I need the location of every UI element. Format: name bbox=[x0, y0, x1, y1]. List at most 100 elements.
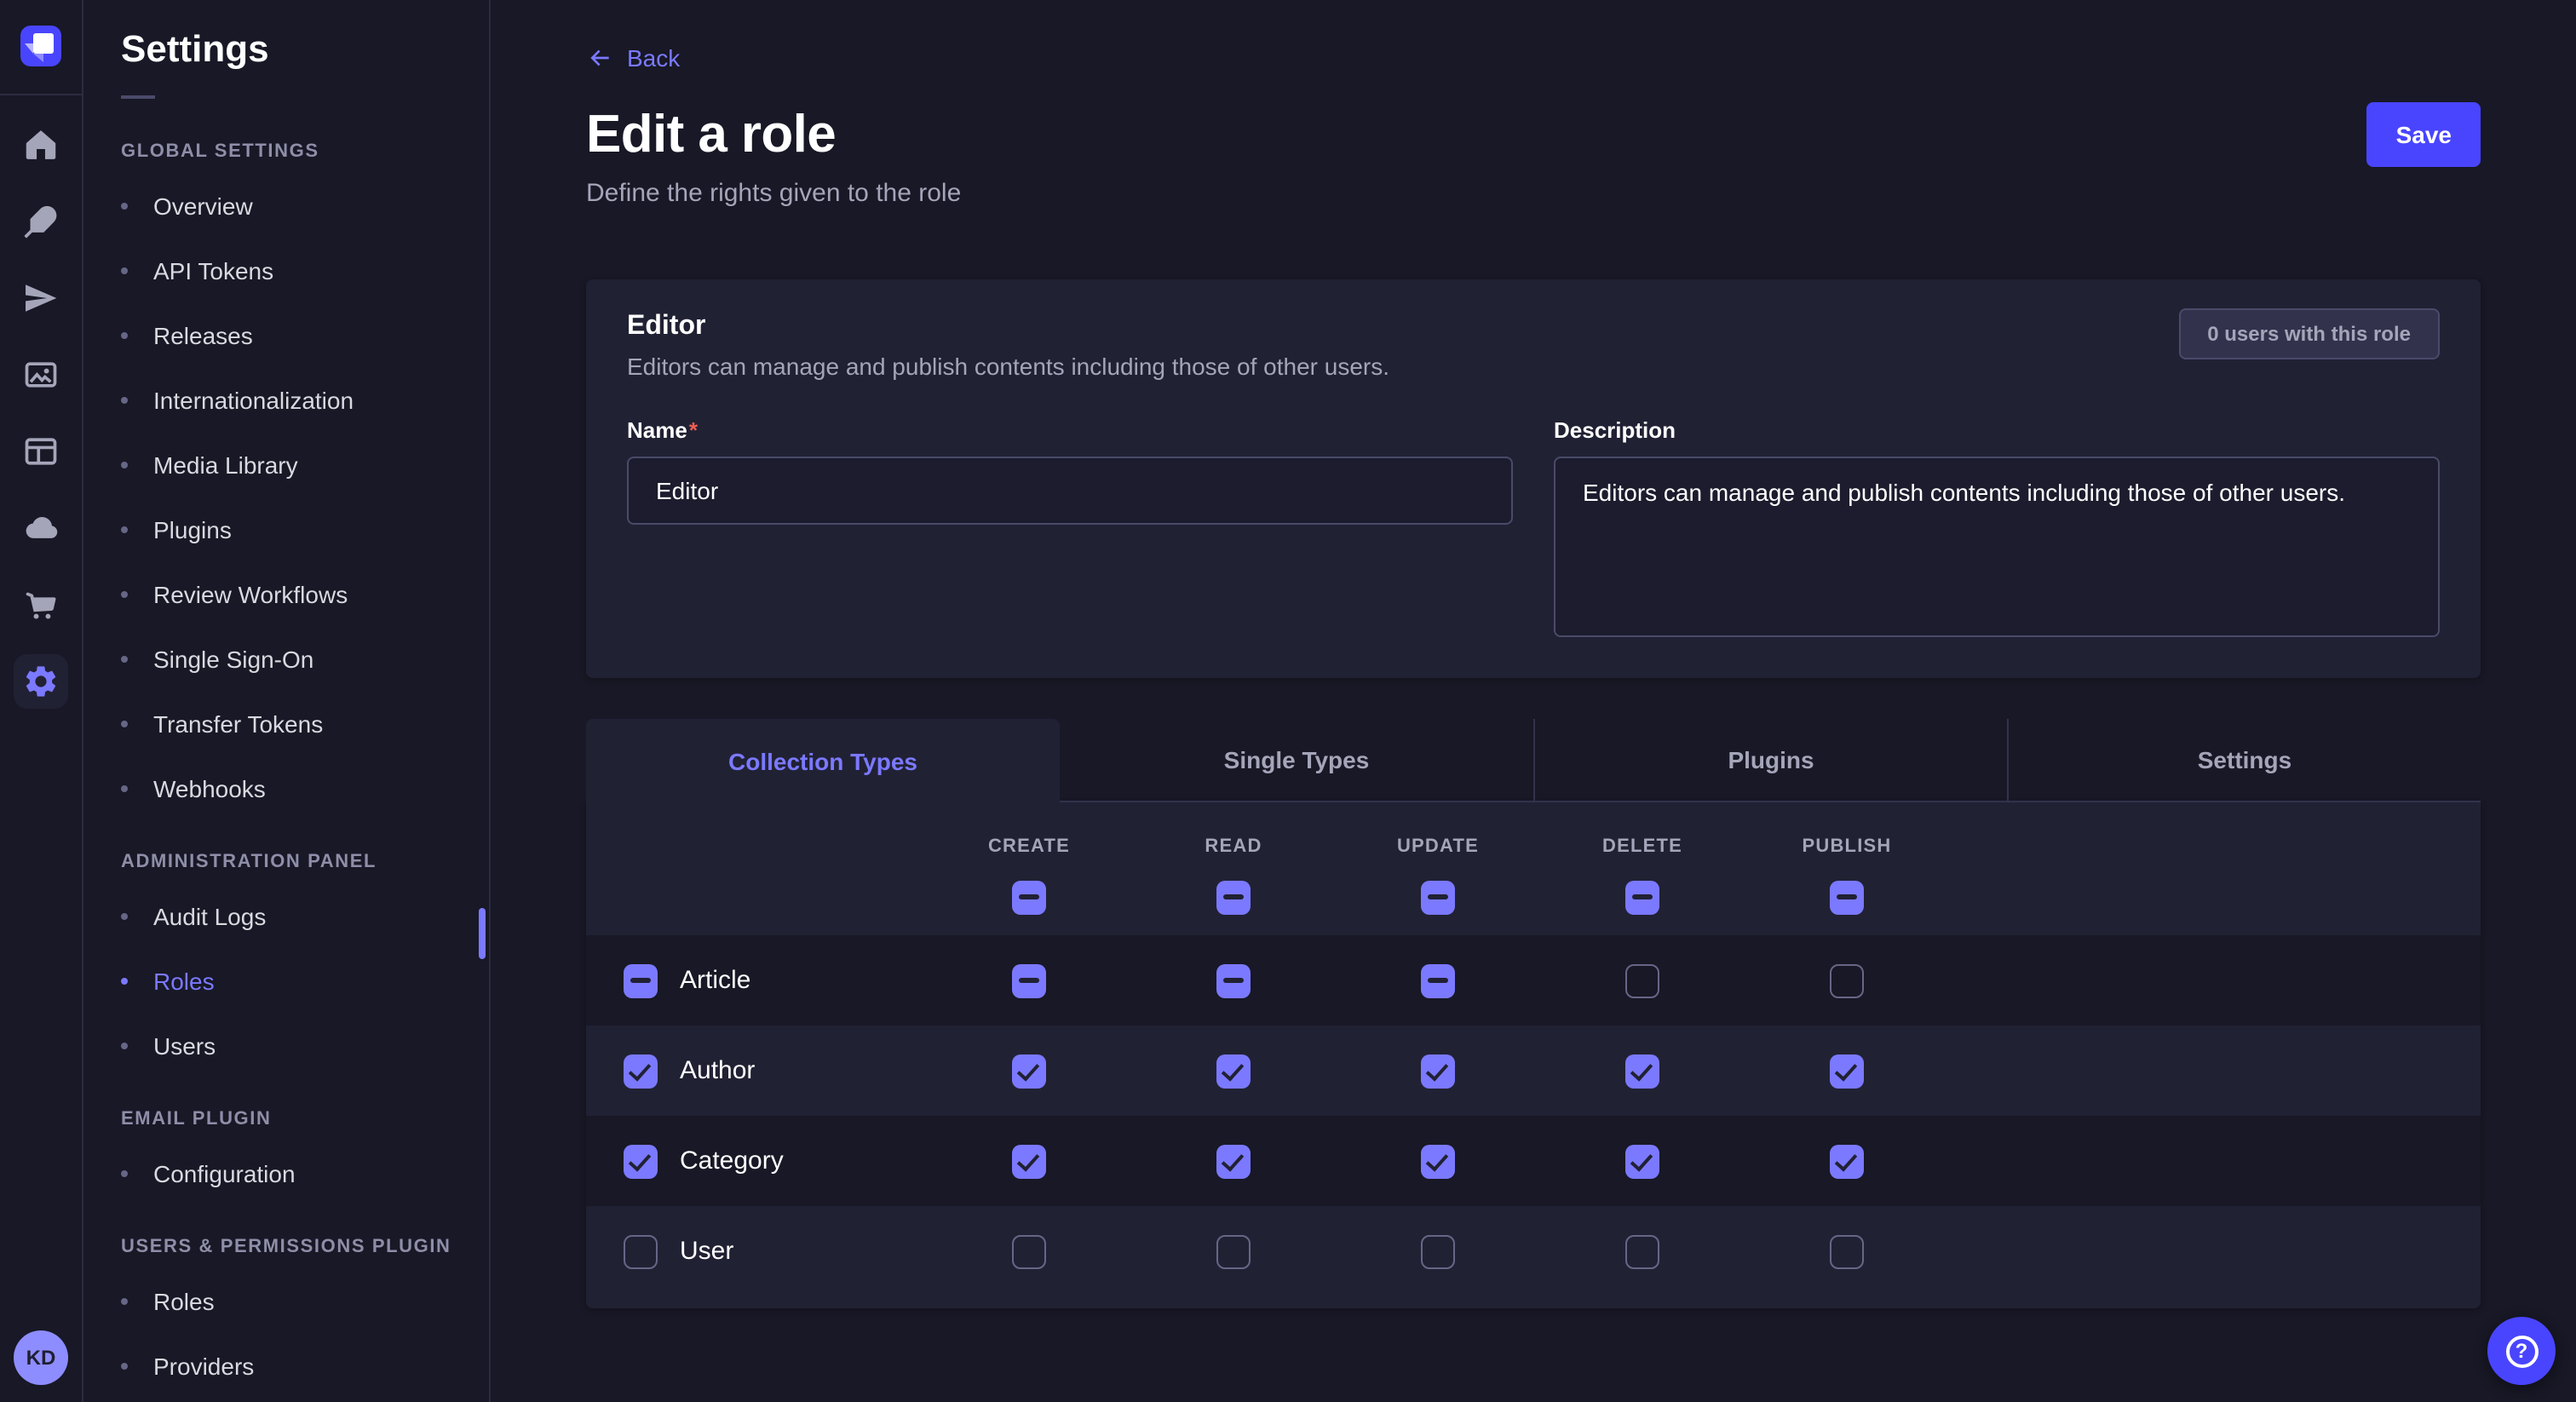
author-create-checkbox[interactable] bbox=[1012, 1054, 1046, 1088]
tab-single-types[interactable]: Single Types bbox=[1060, 719, 1533, 802]
sidebar-item-configuration[interactable]: Configuration bbox=[121, 1153, 465, 1194]
sidebar-section-label: USERS & PERMISSIONS PLUGIN bbox=[121, 1237, 465, 1257]
tab-plugins[interactable]: Plugins bbox=[1533, 719, 2007, 802]
content-manager-icon[interactable] bbox=[14, 424, 68, 479]
select-all-create-checkbox[interactable] bbox=[1012, 881, 1046, 915]
article-publish-checkbox[interactable] bbox=[1830, 963, 1864, 997]
sidebar-title: Settings bbox=[121, 27, 465, 72]
sidebar-item-api-tokens[interactable]: API Tokens bbox=[121, 250, 465, 291]
cloud-icon[interactable] bbox=[14, 501, 68, 555]
article-read-checkbox[interactable] bbox=[1216, 963, 1251, 997]
user-read-checkbox[interactable] bbox=[1216, 1234, 1251, 1268]
home-icon[interactable] bbox=[14, 118, 68, 172]
category-publish-checkbox[interactable] bbox=[1830, 1144, 1864, 1178]
category-read-checkbox[interactable] bbox=[1216, 1144, 1251, 1178]
description-field-group: Description Editors can manage and publi… bbox=[1554, 416, 2440, 637]
select-all-publish-checkbox[interactable] bbox=[1830, 881, 1864, 915]
save-button[interactable]: Save bbox=[2367, 102, 2481, 167]
row-toggle-category[interactable]: Category bbox=[586, 1144, 927, 1178]
category-delete-checkbox[interactable] bbox=[1625, 1144, 1659, 1178]
author-publish-checkbox[interactable] bbox=[1830, 1054, 1864, 1088]
sidebar-item-roles[interactable]: Roles bbox=[121, 961, 465, 1002]
description-label: Description bbox=[1554, 417, 1676, 443]
category-create-checkbox[interactable] bbox=[1012, 1144, 1046, 1178]
sidebar-item-users[interactable]: Users bbox=[121, 1026, 465, 1066]
article-delete-checkbox[interactable] bbox=[1625, 963, 1659, 997]
column-header-delete: DELETE bbox=[1540, 836, 1745, 857]
sidebar-item-providers[interactable]: Providers bbox=[121, 1346, 465, 1387]
category-update-checkbox[interactable] bbox=[1421, 1144, 1455, 1178]
select-all-read-checkbox[interactable] bbox=[1216, 881, 1251, 915]
description-textarea[interactable]: Editors can manage and publish contents … bbox=[1554, 457, 2440, 637]
permissions-rows: Article Author Category User bbox=[586, 935, 2481, 1296]
sidebar-title-rule bbox=[121, 95, 155, 99]
author-delete-checkbox[interactable] bbox=[1625, 1054, 1659, 1088]
paper-plane-icon[interactable] bbox=[14, 271, 68, 325]
tab-collection-types[interactable]: Collection Types bbox=[586, 719, 1060, 802]
user-update-checkbox[interactable] bbox=[1421, 1234, 1455, 1268]
column-header-create: CREATE bbox=[927, 836, 1131, 857]
sidebar-item-overview[interactable]: Overview bbox=[121, 186, 465, 227]
select-all-update-checkbox[interactable] bbox=[1421, 881, 1455, 915]
user-row-checkbox[interactable] bbox=[624, 1234, 658, 1268]
checkbox-cell bbox=[1336, 1054, 1540, 1088]
row-toggle-article[interactable]: Article bbox=[586, 963, 927, 997]
sidebar-section-label: GLOBAL SETTINGS bbox=[121, 141, 465, 162]
user-delete-checkbox[interactable] bbox=[1625, 1234, 1659, 1268]
sidebar-scrollbar-thumb[interactable] bbox=[479, 908, 486, 959]
row-toggle-author[interactable]: Author bbox=[586, 1054, 927, 1088]
user-publish-checkbox[interactable] bbox=[1830, 1234, 1864, 1268]
sidebar-item-releases[interactable]: Releases bbox=[121, 315, 465, 356]
page-subtitle: Define the rights given to the role bbox=[586, 179, 2481, 208]
name-input[interactable] bbox=[627, 457, 1513, 525]
sidebar-item-review-workflows[interactable]: Review Workflows bbox=[121, 574, 465, 615]
author-update-checkbox[interactable] bbox=[1421, 1054, 1455, 1088]
checkbox-cell bbox=[927, 1054, 1131, 1088]
feather-icon[interactable] bbox=[14, 194, 68, 249]
sidebar-item-webhooks[interactable]: Webhooks bbox=[121, 768, 465, 809]
article-row-checkbox[interactable] bbox=[624, 963, 658, 997]
checkbox-cell bbox=[1745, 1054, 1949, 1088]
sidebar-item-internationalization[interactable]: Internationalization bbox=[121, 380, 465, 421]
author-row-checkbox[interactable] bbox=[624, 1054, 658, 1088]
sidebar-item-transfer-tokens[interactable]: Transfer Tokens bbox=[121, 704, 465, 744]
permissions-table: CREATEREADUPDATEDELETEPUBLISH ArticleAut… bbox=[586, 802, 2481, 1308]
sidebar-item-audit-logs[interactable]: Audit Logs bbox=[121, 896, 465, 937]
sidebar-item-media-library[interactable]: Media Library bbox=[121, 445, 465, 486]
role-details-card: Editor Editors can manage and publish co… bbox=[586, 279, 2481, 678]
checkbox-cell bbox=[1131, 1054, 1336, 1088]
sidebar-item-plugins[interactable]: Plugins bbox=[121, 509, 465, 550]
page-title: Edit a role bbox=[586, 104, 836, 165]
sidebar-item-single-sign-on[interactable]: Single Sign-On bbox=[121, 639, 465, 680]
row-label: Author bbox=[680, 1056, 755, 1085]
checkbox-cell bbox=[1540, 963, 1745, 997]
article-create-checkbox[interactable] bbox=[1012, 963, 1046, 997]
gear-icon[interactable] bbox=[14, 654, 68, 709]
sidebar-item-roles[interactable]: Roles bbox=[121, 1281, 465, 1322]
tab-settings[interactable]: Settings bbox=[2007, 719, 2481, 802]
strapi-logo[interactable] bbox=[20, 26, 61, 66]
checkbox-cell bbox=[1336, 881, 1540, 915]
permissions-select-all-row bbox=[586, 860, 2481, 935]
row-toggle-user[interactable]: User bbox=[586, 1234, 927, 1268]
category-row-checkbox[interactable] bbox=[624, 1144, 658, 1178]
app: KD Settings GLOBAL SETTINGS Overview API T… bbox=[0, 0, 2576, 1402]
back-label: Back bbox=[627, 44, 680, 72]
settings-sidebar: Settings GLOBAL SETTINGS Overview API Toke… bbox=[83, 0, 491, 1402]
help-button[interactable]: ? bbox=[2487, 1317, 2556, 1385]
article-update-checkbox[interactable] bbox=[1421, 963, 1455, 997]
user-create-checkbox[interactable] bbox=[1012, 1234, 1046, 1268]
author-read-checkbox[interactable] bbox=[1216, 1054, 1251, 1088]
name-label: Name* bbox=[627, 417, 698, 443]
select-all-delete-checkbox[interactable] bbox=[1625, 881, 1659, 915]
icon-rail: KD bbox=[0, 0, 83, 1402]
permission-row-article: Article bbox=[586, 935, 2481, 1026]
back-link[interactable]: Back bbox=[586, 44, 680, 72]
checkbox-cell bbox=[1131, 963, 1336, 997]
checkbox-cell bbox=[1540, 1144, 1745, 1178]
cart-icon[interactable] bbox=[14, 577, 68, 632]
row-label: Article bbox=[680, 966, 750, 995]
media-library-icon[interactable] bbox=[14, 348, 68, 402]
permissions-tab-bar: Collection TypesSingle TypesPluginsSetti… bbox=[586, 719, 2481, 802]
avatar[interactable]: KD bbox=[14, 1330, 68, 1385]
